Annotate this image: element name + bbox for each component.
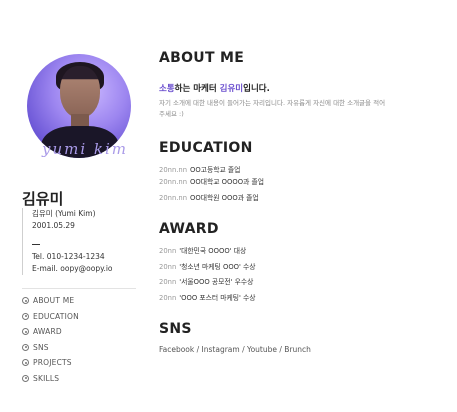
target-icon (22, 343, 29, 351)
facebook-link[interactable]: Facebook (159, 345, 194, 354)
nav-item-education[interactable]: EDUCATION (22, 309, 136, 325)
education-title: EDUCATION (159, 140, 253, 156)
profile-email[interactable]: E-mail. oopy@oopy.io (32, 263, 146, 275)
instagram-link[interactable]: Instagram (202, 345, 240, 354)
award-year: 20nn (159, 278, 177, 286)
award-text: '서울OOO 공모전' 우수상 (179, 278, 254, 286)
target-icon (22, 359, 29, 367)
profile-phone: Tel. 010-1234-1234 (32, 252, 105, 261)
award-text: '청소년 마케팅 OOO' 수상 (179, 263, 256, 271)
brunch-link[interactable]: Brunch (284, 345, 311, 354)
award-year: 20nn (159, 247, 177, 255)
profile-name: 김유미 (22, 190, 64, 208)
sns-links: Facebook / Instagram / Youtube / Brunch (159, 345, 311, 354)
youtube-link[interactable]: Youtube (247, 345, 277, 354)
education-text: OO대학원 OOO과 졸업 (190, 194, 259, 202)
sns-separator: / (239, 345, 247, 354)
profile-fullname: 김유미 (Yumi Kim) (32, 209, 96, 218)
award-title: AWARD (159, 221, 219, 237)
target-icon (22, 328, 29, 336)
profile-sidebar: yumi kim 김유미 김유미 (Yumi Kim) 2001.05.29 T… (0, 0, 150, 412)
sns-separator: / (194, 345, 202, 354)
sns-title: SNS (159, 321, 192, 337)
target-icon (22, 374, 29, 382)
signature-text: yumi kim (41, 140, 129, 158)
education-item: 20nn.nn OO대학교 OOOO과 졸업 (159, 176, 264, 186)
profile-info: 김유미 (Yumi Kim) 2001.05.29 Tel. 010-1234-… (22, 208, 146, 275)
nav-item-skills[interactable]: SKILLS (22, 371, 136, 387)
headline-name: 김유미 (219, 84, 244, 94)
award-year: 20nn (159, 294, 177, 302)
nav-item-about-me[interactable]: ABOUT ME (22, 293, 136, 309)
award-item: 20nn '대한민국 OOOO' 대상 (159, 245, 246, 255)
about-title: ABOUT ME (159, 50, 245, 66)
award-item: 20nn '서울OOO 공모전' 우수상 (159, 276, 253, 286)
target-icon (22, 312, 29, 320)
profile-birthdate: 2001.05.29 (32, 221, 75, 230)
award-item: 20nn '청소년 마케팅 OOO' 수상 (159, 261, 256, 271)
education-text: OO대학교 OOOO과 졸업 (190, 178, 264, 186)
about-line: 자기 소개에 대한 내용이 들어가는 자리입니다. 자유롭게 자신에 대한 소개… (159, 99, 386, 107)
nav-item-label: SNS (33, 342, 49, 352)
nav-item-award[interactable]: AWARD (22, 324, 136, 340)
nav-item-sns[interactable]: SNS (22, 340, 136, 356)
target-icon (22, 297, 29, 305)
award-year: 20nn (159, 263, 177, 271)
education-year: 20nn.nn (159, 194, 188, 202)
education-item: 20nn.nn OO대학원 OOO과 졸업 (159, 192, 259, 202)
headline-accent: 소통 (159, 84, 175, 94)
award-text: 'OOO 포스터 마케팅' 수상 (179, 294, 256, 302)
nav-item-label: AWARD (33, 327, 62, 337)
nav-item-label: ABOUT ME (33, 296, 75, 306)
photo-face (60, 66, 100, 118)
award-item: 20nn 'OOO 포스터 마케팅' 수상 (159, 292, 256, 302)
about-line: 주세요 :) (159, 110, 184, 118)
section-nav: ABOUT ME EDUCATION AWARD SNS PROJECTS SK… (22, 288, 136, 386)
education-text: OO고등학교 졸업 (190, 166, 241, 174)
nav-item-label: EDUCATION (33, 311, 79, 321)
about-description: 자기 소개에 대한 내용이 들어가는 자리입니다. 자유롭게 자신에 대한 소개… (159, 98, 419, 120)
education-year: 20nn.nn (159, 166, 188, 174)
headline-text: 하는 마케터 (174, 84, 220, 94)
nav-item-projects[interactable]: PROJECTS (22, 355, 136, 371)
nav-item-label: PROJECTS (33, 358, 72, 368)
education-item: 20nn.nn OO고등학교 졸업 (159, 164, 240, 174)
award-text: '대한민국 OOOO' 대상 (179, 247, 247, 255)
headline-end: 입니다. (243, 84, 270, 94)
about-headline: 소통하는 마케터 김유미입니다. (159, 82, 270, 94)
info-divider (32, 244, 40, 245)
education-year: 20nn.nn (159, 178, 188, 186)
nav-item-label: SKILLS (33, 373, 60, 383)
